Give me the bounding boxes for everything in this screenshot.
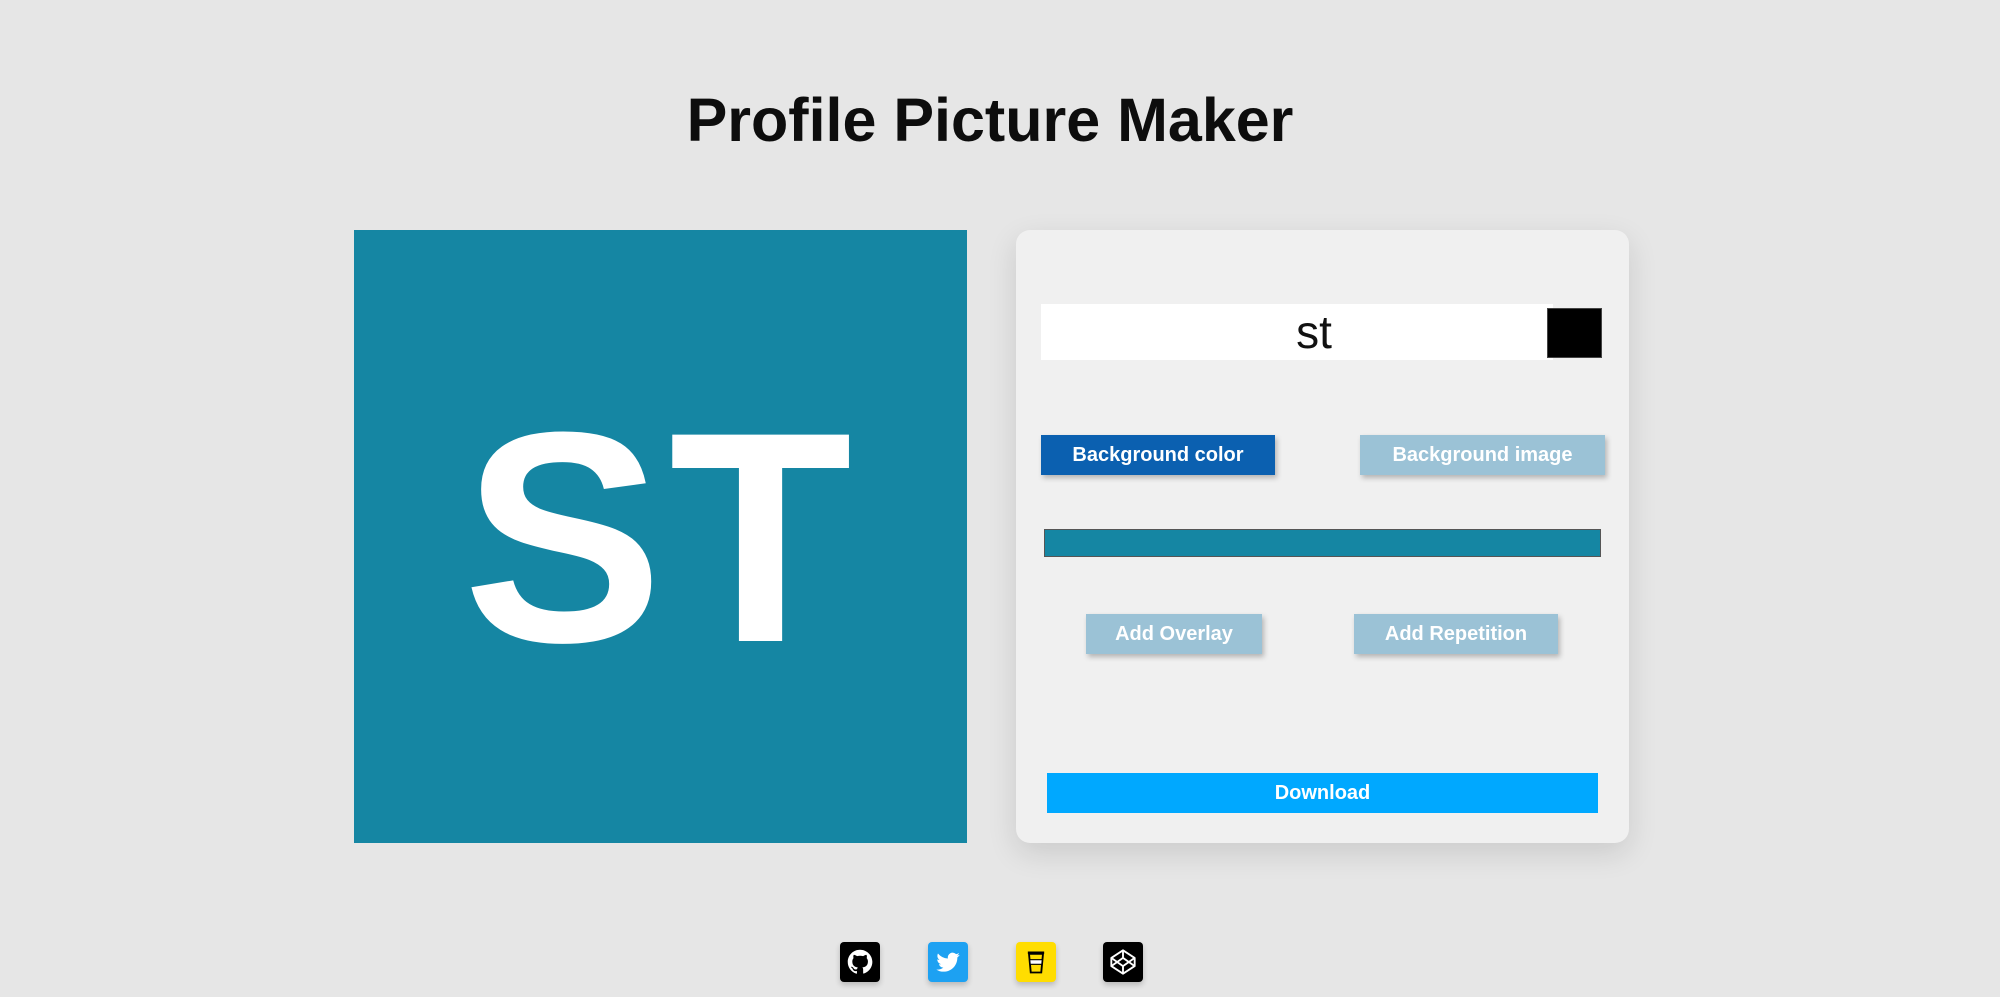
twitter-link[interactable] [928, 942, 968, 982]
background-color-tab-button[interactable]: Background color [1041, 435, 1275, 475]
add-overlay-button[interactable]: Add Overlay [1086, 614, 1262, 654]
initials-text-input[interactable] [1041, 304, 1553, 360]
profile-picture-preview: ST [354, 230, 967, 843]
text-color-picker[interactable] [1547, 308, 1602, 358]
github-icon [847, 949, 873, 974]
twitter-icon [936, 952, 960, 972]
codepen-link[interactable] [1103, 942, 1143, 982]
buymeacoffee-icon [1027, 951, 1045, 974]
preview-initials: ST [462, 368, 859, 705]
github-link[interactable] [840, 942, 880, 982]
background-image-tab-button[interactable]: Background image [1360, 435, 1605, 475]
controls-panel: Background color Background image Add Ov… [1016, 230, 1629, 843]
social-links [840, 942, 1143, 982]
buymeacoffee-link[interactable] [1016, 942, 1056, 982]
add-repetition-button[interactable]: Add Repetition [1354, 614, 1558, 654]
download-button[interactable]: Download [1047, 773, 1598, 813]
page-title: Profile Picture Maker [686, 86, 1294, 154]
background-color-picker[interactable] [1044, 529, 1601, 557]
codepen-icon [1110, 949, 1136, 975]
